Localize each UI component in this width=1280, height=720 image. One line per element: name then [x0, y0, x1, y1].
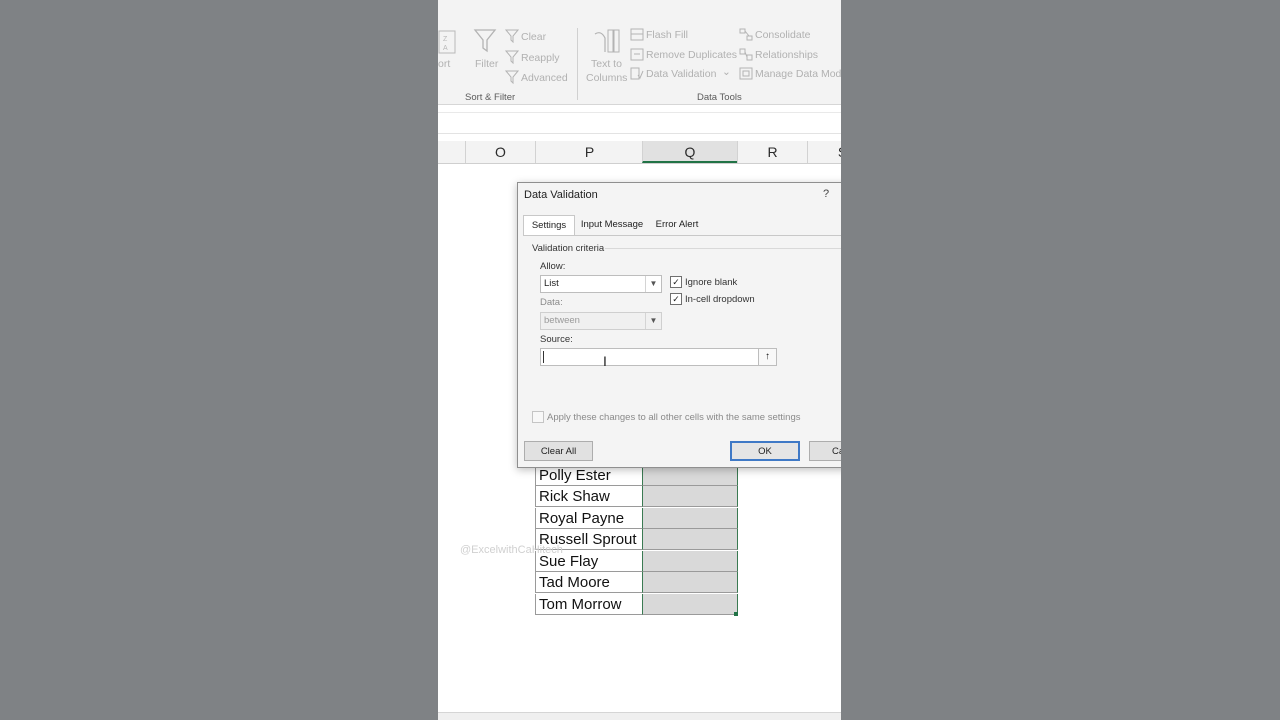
- selected-cell[interactable]: [642, 486, 738, 507]
- column-header-s[interactable]: S: [807, 141, 841, 163]
- name-cell[interactable]: Tom Morrow: [535, 594, 642, 615]
- tab-input-message[interactable]: Input Message: [577, 215, 647, 235]
- selected-cell[interactable]: [642, 594, 738, 615]
- excel-window: ZA ort Filter Clear Reapply Advanced Sor…: [438, 0, 841, 720]
- chevron-down-icon[interactable]: ▼: [645, 276, 661, 292]
- ok-button[interactable]: OK: [730, 441, 800, 461]
- advanced-filter-icon: [504, 70, 520, 85]
- sort-icon[interactable]: ZA: [438, 30, 456, 54]
- filter-label[interactable]: Filter: [475, 58, 498, 70]
- apply-all-label[interactable]: Apply these changes to all other cells w…: [547, 412, 800, 423]
- help-icon[interactable]: ?: [823, 188, 829, 200]
- in-cell-dropdown-label[interactable]: In-cell dropdown: [685, 294, 755, 305]
- selected-cell[interactable]: [642, 465, 738, 486]
- name-cell[interactable]: Rick Shaw: [535, 486, 642, 507]
- validation-criteria-label: Validation criteria: [532, 243, 605, 254]
- selected-cell[interactable]: [642, 572, 738, 593]
- manage-data-model-icon: [739, 67, 753, 80]
- sort-label[interactable]: ort: [438, 58, 450, 70]
- allow-select-value: List: [544, 278, 559, 289]
- text-to-columns-icon[interactable]: [591, 28, 621, 56]
- column-header-q[interactable]: Q: [642, 141, 737, 163]
- column-header-p[interactable]: P: [535, 141, 643, 163]
- filter-icon[interactable]: [473, 28, 497, 54]
- selected-cell[interactable]: [642, 529, 738, 550]
- flash-fill-icon: [630, 28, 644, 41]
- consolidate-icon: [739, 28, 753, 41]
- consolidate-button[interactable]: Consolidate: [755, 29, 810, 41]
- ignore-blank-checkbox[interactable]: ✓: [670, 276, 682, 288]
- allow-select[interactable]: List ▼: [540, 275, 662, 293]
- data-validation-button[interactable]: Data Validation: [646, 68, 716, 80]
- data-validation-icon: [630, 67, 644, 80]
- reapply-icon: [504, 50, 520, 65]
- apply-all-checkbox[interactable]: [532, 411, 544, 423]
- selected-cell[interactable]: [642, 508, 738, 529]
- clear-button[interactable]: Clear: [521, 31, 546, 43]
- group-divider: [605, 248, 841, 249]
- flash-fill-button[interactable]: Flash Fill: [646, 29, 688, 41]
- source-input[interactable]: ↑: [540, 348, 777, 366]
- name-cell[interactable]: Royal Payne: [535, 508, 642, 529]
- column-header-o[interactable]: O: [465, 141, 535, 163]
- clear-filter-icon: [504, 29, 520, 44]
- data-select: between ▼: [540, 312, 662, 330]
- data-select-value: between: [544, 315, 580, 326]
- data-validation-dialog: Data Validation ? Settings Input Message…: [517, 182, 841, 468]
- tab-divider: [523, 235, 841, 236]
- svg-text:Z: Z: [443, 36, 448, 43]
- data-label: Data:: [540, 297, 563, 308]
- allow-label: Allow:: [540, 261, 566, 272]
- data-validation-chevron-icon[interactable]: ⌄: [722, 66, 731, 78]
- relationships-icon: [739, 48, 753, 61]
- svg-text:A: A: [443, 45, 448, 52]
- relationships-button[interactable]: Relationships: [755, 49, 818, 61]
- chevron-down-icon: ▼: [645, 313, 661, 329]
- text-to-columns-label-2[interactable]: Columns: [586, 72, 627, 84]
- ignore-blank-label[interactable]: Ignore blank: [685, 277, 737, 288]
- data-tools-group-label: Data Tools: [697, 92, 742, 103]
- reapply-button[interactable]: Reapply: [521, 52, 560, 64]
- ibeam-cursor-icon: I: [603, 353, 607, 369]
- text-to-columns-label-1[interactable]: Text to: [591, 58, 622, 70]
- tab-settings[interactable]: Settings: [523, 215, 575, 236]
- left-background: [0, 0, 438, 720]
- collapse-dialog-icon[interactable]: ↑: [758, 349, 776, 365]
- clear-all-button[interactable]: Clear All: [524, 441, 593, 461]
- text-caret: [543, 351, 544, 363]
- sort-filter-group-label: Sort & Filter: [465, 92, 516, 103]
- fill-handle[interactable]: [734, 612, 738, 616]
- watermark: @ExcelwithCaHitech: [460, 544, 563, 556]
- remove-duplicates-button[interactable]: Remove Duplicates: [646, 49, 737, 61]
- status-bar: [438, 712, 841, 720]
- tab-error-alert[interactable]: Error Alert: [649, 215, 705, 235]
- formula-bar[interactable]: [438, 112, 841, 134]
- ribbon-separator: [577, 28, 578, 100]
- column-header-row: O P Q R S: [438, 141, 841, 164]
- ribbon: ZA ort Filter Clear Reapply Advanced Sor…: [438, 0, 841, 105]
- selected-cell[interactable]: [642, 551, 738, 572]
- dialog-title: Data Validation: [524, 189, 598, 201]
- source-label: Source:: [540, 334, 573, 345]
- cancel-button[interactable]: Ca: [809, 441, 841, 461]
- remove-duplicates-icon: [630, 48, 644, 61]
- advanced-button[interactable]: Advanced: [521, 72, 568, 84]
- column-header-r[interactable]: R: [737, 141, 807, 163]
- right-background: [841, 0, 1280, 720]
- name-cell[interactable]: Polly Ester: [535, 465, 642, 486]
- name-cell[interactable]: Tad Moore: [535, 572, 642, 593]
- in-cell-dropdown-checkbox[interactable]: ✓: [670, 293, 682, 305]
- manage-data-model-button[interactable]: Manage Data Mode: [755, 68, 841, 80]
